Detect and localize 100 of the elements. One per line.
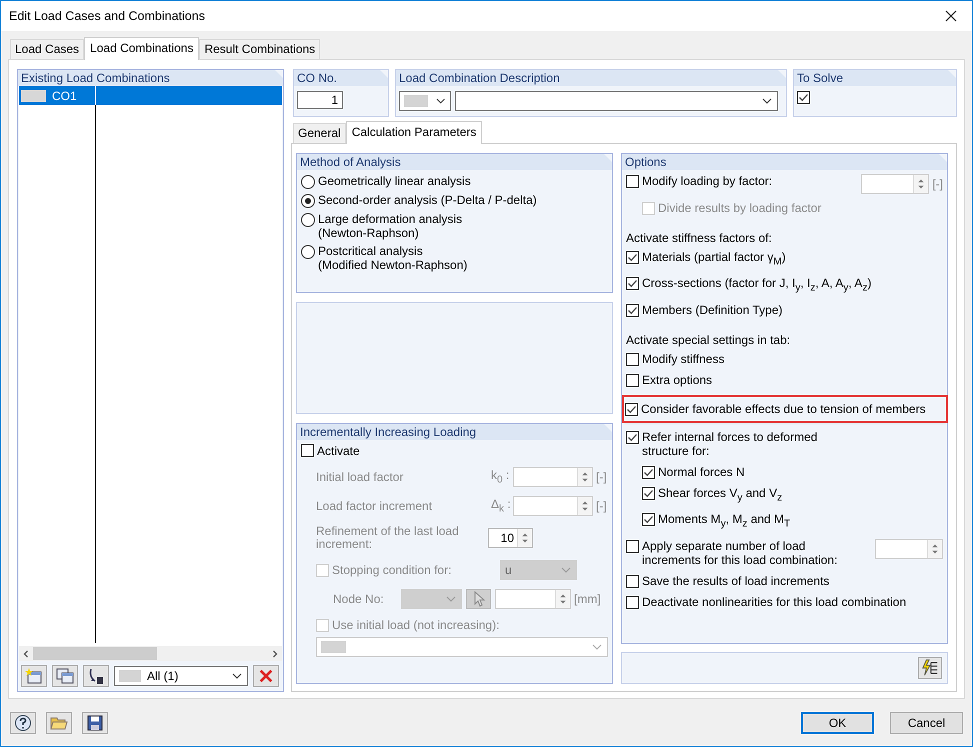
save-button[interactable] (82, 712, 108, 734)
tab[interactable]: General (293, 123, 346, 143)
field-label: Refinement of the last load increment: (315, 525, 460, 551)
option-label: Second-order analysis (P-Delta / P-delta) (318, 193, 537, 207)
help-icon (14, 714, 32, 732)
spin-arrows-icon[interactable] (927, 540, 942, 558)
option-label: Modify stiffness (642, 352, 724, 366)
option-label: Moments M$_{y}$, M$_{z}$ and M$_{T}$ (658, 512, 790, 532)
option-label: Divide results by loading factor (658, 201, 822, 215)
field-label: Node No: (333, 592, 385, 606)
delete-button[interactable] (253, 665, 279, 687)
open-folder-button[interactable] (46, 712, 72, 734)
tab[interactable]: Result Combinations (199, 39, 320, 59)
dialog-button[interactable]: Cancel (890, 712, 963, 734)
spin-arrows-icon[interactable] (577, 468, 592, 486)
window-title: Edit Load Cases and Combinations (9, 9, 206, 23)
option-label: Materials (partial factor γ$_{M}$) (642, 250, 786, 270)
unit-label: [-] (596, 499, 607, 513)
field-label: Initial load factor (315, 470, 404, 484)
option-label: Geometrically linear analysis (318, 174, 471, 188)
number-field[interactable]: 1 (297, 91, 343, 109)
spin-arrows-icon[interactable] (517, 529, 532, 547)
spin-arrows-icon[interactable] (913, 175, 928, 193)
option-label: Modify loading by factor: (642, 174, 772, 188)
radio-button[interactable] (301, 213, 315, 227)
checkbox[interactable] (301, 444, 314, 457)
option-label: Members (Definition Type) (642, 302, 782, 317)
checkbox[interactable] (626, 352, 639, 366)
radio-button[interactable] (301, 194, 315, 208)
option-label: Normal forces N (658, 464, 745, 479)
spinner-field[interactable] (513, 467, 593, 487)
color-dropdown[interactable] (399, 91, 451, 111)
checkbox[interactable] (797, 91, 810, 104)
copy-button[interactable] (52, 665, 78, 687)
radio-button[interactable] (301, 175, 315, 189)
node-dropdown[interactable] (401, 589, 462, 609)
checkbox[interactable] (642, 466, 655, 479)
symbol-label: k$_{0}$ : (491, 468, 510, 486)
option-label: Use initial load (not increasing): (332, 618, 500, 632)
checkbox[interactable] (626, 304, 639, 317)
checkbox[interactable] (625, 402, 638, 416)
new-item-button[interactable] (21, 665, 47, 687)
delete-icon (258, 668, 274, 684)
description-field[interactable] (455, 91, 778, 111)
panel-header: Options (622, 154, 947, 170)
panel-header: Existing Load Combinations (18, 70, 283, 86)
spinner-field[interactable] (495, 589, 571, 609)
checkbox[interactable] (626, 574, 639, 588)
checkbox[interactable] (626, 277, 639, 290)
curved-arrow-icon (87, 667, 105, 685)
list-row[interactable]: CO1 (19, 86, 282, 105)
symbol-label: Δ$_{k}$ : (491, 497, 512, 515)
checkbox[interactable] (626, 175, 639, 188)
help-button[interactable] (10, 712, 36, 734)
option-label: Large deformation analysis (Newton-Raphson) (318, 212, 462, 240)
option-label: Refer internal forces to deformed structure for: (642, 430, 818, 458)
spin-arrows-icon[interactable] (555, 590, 570, 608)
spinner-field[interactable] (513, 496, 593, 516)
dialog-button[interactable]: OK (801, 712, 874, 734)
pick-pointer-button[interactable] (466, 589, 491, 609)
checkbox[interactable] (626, 596, 639, 609)
filter-dropdown[interactable]: All (1) (114, 666, 248, 686)
chevron-down-icon (446, 596, 456, 602)
scroll-right-icon[interactable] (271, 650, 279, 658)
copy-icon (56, 667, 74, 685)
unit-label: [-] (932, 177, 943, 191)
tab[interactable]: Load Cases (10, 39, 84, 59)
option-label: Postcritical analysis (Modified Newton-Raphson) (318, 244, 468, 272)
details-button[interactable] (918, 657, 942, 679)
checkbox[interactable] (626, 430, 639, 444)
tab[interactable]: Load Combinations (84, 37, 200, 60)
tab[interactable]: Calculation Parameters (346, 121, 482, 144)
checkbox[interactable] (626, 251, 639, 264)
condition-dropdown[interactable]: u (500, 560, 577, 580)
spinner-field[interactable]: 10 (488, 528, 533, 548)
spinner-field[interactable] (875, 538, 943, 559)
spinner-field[interactable] (861, 174, 930, 194)
checkbox[interactable] (642, 486, 655, 500)
panel-header: Load Combination Description (396, 70, 786, 86)
checkbox[interactable] (626, 540, 639, 553)
chevron-down-icon (561, 567, 571, 573)
checkbox[interactable] (626, 374, 639, 387)
checkbox[interactable] (642, 513, 655, 526)
spin-arrows-icon[interactable] (577, 497, 592, 515)
section-label: Activate special settings in tab: (626, 332, 792, 347)
renumber-button[interactable] (83, 665, 109, 687)
scrollbar[interactable] (19, 646, 282, 661)
option-label: Save the results of load increments (642, 574, 830, 588)
unit-label: [mm] (574, 592, 601, 606)
option-label: Stopping condition for: (332, 563, 452, 577)
new-window-icon (25, 667, 43, 685)
radio-button[interactable] (301, 245, 315, 259)
panel-header: CO No. (294, 70, 388, 86)
scroll-left-icon[interactable] (22, 650, 30, 658)
option-label: Deactivate nonlinearities for this load combination (642, 594, 906, 609)
option-label: Apply separate number of load increments for this load combination: (642, 538, 838, 567)
chevron-down-icon (592, 644, 602, 650)
close-icon[interactable] (945, 10, 957, 22)
chevron-down-icon (436, 98, 445, 104)
panel-header: Method of Analysis (297, 154, 612, 170)
